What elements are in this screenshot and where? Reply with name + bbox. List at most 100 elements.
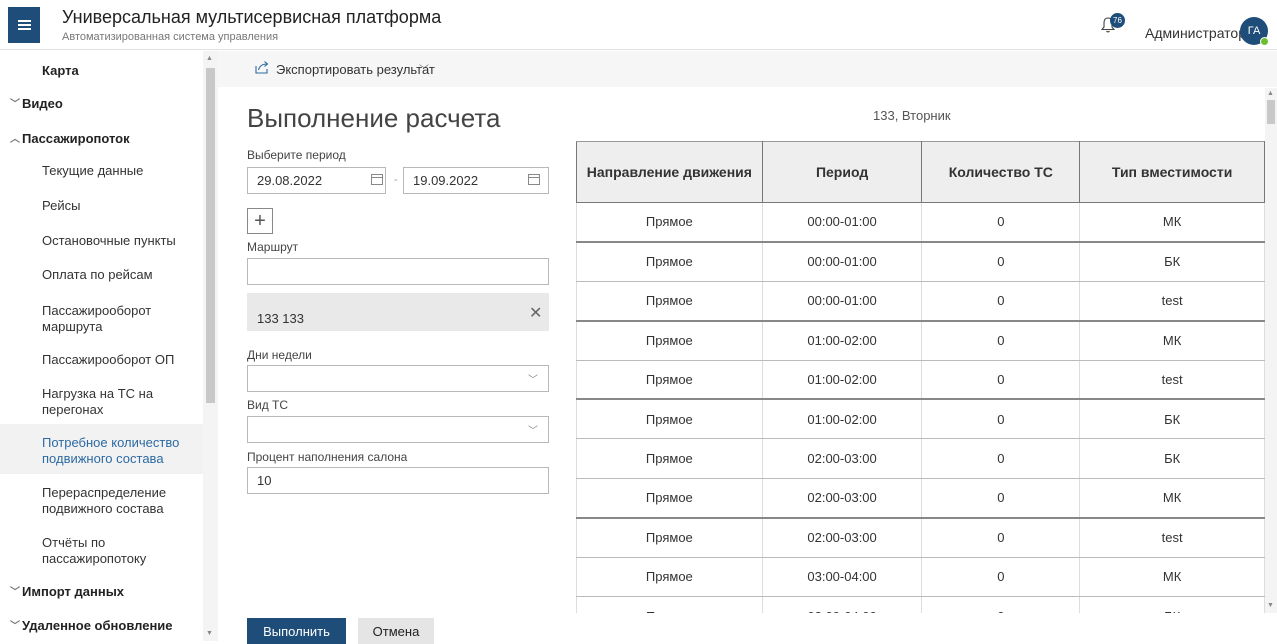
route-label: Маршрут (247, 240, 299, 254)
calendar-icon[interactable] (528, 174, 540, 185)
sidebar-item-remote-update[interactable]: ﹀ Удаленное обновление (0, 618, 203, 634)
app-title: Универсальная мультисервисная платформа (62, 7, 442, 27)
cell-direction: Прямое (576, 360, 763, 401)
column-header-vehicle-count[interactable]: Количество ТС (921, 141, 1081, 203)
sidebar-item-segment-load[interactable]: Нагрузка на ТС на перегонах (0, 386, 203, 418)
cell-capacity-type: test (1079, 281, 1265, 322)
run-button[interactable]: Выполнить (247, 618, 346, 644)
avatar[interactable]: ГА (1240, 17, 1269, 46)
table-scrollbar[interactable] (1265, 88, 1277, 613)
chevron-down-icon: ﹀ (10, 99, 20, 110)
app-subtitle: Автоматизированная система управления (62, 31, 279, 43)
cell-capacity-type: МК (1079, 202, 1265, 243)
vehicle-type-select[interactable] (247, 416, 549, 443)
table-row[interactable]: Прямое 02:00-03:00 0 test (576, 517, 1265, 558)
chevron-down-icon[interactable]: ﹀ (419, 61, 429, 76)
sidebar-item-trip-payment[interactable]: Оплата по рейсам (0, 267, 203, 283)
sidebar-scrollbar-thumb[interactable] (206, 68, 215, 403)
cell-vehicle-count: 0 (921, 478, 1081, 519)
table-row[interactable]: Прямое 00:00-01:00 0 БК (576, 241, 1265, 282)
chevron-down-icon: ﹀ (10, 587, 20, 598)
sidebar-item-trips[interactable]: Рейсы (0, 198, 203, 214)
route-input[interactable] (247, 258, 549, 285)
date-from-field[interactable]: 29.08.2022 (247, 167, 386, 194)
chevron-down-icon[interactable]: ﹀ (528, 422, 538, 437)
table-header-row: Направление движения Период Количество Т… (576, 141, 1265, 203)
sidebar-item-passenger-flow[interactable]: ︿ Пассажиропоток (0, 131, 203, 147)
sidebar-item-label: Перераспределение подвижного состава (42, 485, 167, 516)
table-row[interactable]: Прямое 01:00-02:00 0 test (576, 360, 1265, 401)
sidebar-item-label: Импорт данных (22, 584, 125, 599)
column-header-capacity-type[interactable]: Тип вместимости (1079, 141, 1265, 203)
user-name[interactable]: Администратор (1145, 25, 1246, 41)
table-scrollbar-thumb[interactable] (1267, 100, 1275, 124)
table-row[interactable]: Прямое 03:00-04:00 0 МК (576, 557, 1265, 597)
sidebar-item-map[interactable]: Карта (0, 63, 203, 79)
cell-vehicle-count: 0 (921, 399, 1081, 440)
vehicle-type-label: Вид ТС (247, 398, 289, 412)
cancel-button[interactable]: Отмена (358, 618, 434, 644)
cell-direction: Прямое (576, 281, 763, 322)
sidebar-item-stops[interactable]: Остановочные пункты (0, 233, 203, 249)
cell-vehicle-count: 0 (921, 320, 1081, 361)
cell-direction: Прямое (576, 241, 763, 282)
table-row[interactable]: Прямое 00:00-01:00 0 МК (576, 202, 1265, 243)
cell-capacity-type: test (1079, 517, 1265, 558)
sidebar-item-label: Пассажирооборот маршрута (42, 303, 152, 334)
export-results-button[interactable]: Экспортировать результат (276, 62, 435, 77)
column-header-period[interactable]: Период (761, 141, 923, 203)
cell-period: 02:00-03:00 (761, 517, 923, 558)
scroll-down-arrow-icon[interactable]: ▼ (1267, 602, 1274, 609)
chevron-down-icon[interactable]: ﹀ (528, 371, 538, 386)
toolbar: Экспортировать результат ﹀ (218, 51, 1277, 87)
cell-direction: Прямое (576, 320, 763, 361)
period-label: Выберите период (247, 148, 346, 162)
fill-percent-input[interactable]: 10 (247, 467, 549, 494)
table-row[interactable]: Прямое 02:00-03:00 0 МК (576, 478, 1265, 519)
cell-period: 01:00-02:00 (761, 320, 923, 361)
export-icon[interactable] (255, 60, 269, 74)
sidebar-item-label: Остановочные пункты (42, 233, 176, 248)
sidebar-item-reports[interactable]: Отчёты по пассажиропотоку (0, 535, 203, 567)
sidebar-item-label: Видео (22, 96, 63, 111)
sidebar-item-label: Нагрузка на ТС на перегонах (42, 386, 154, 417)
table-row[interactable]: Прямое 00:00-01:00 0 test (576, 281, 1265, 322)
sidebar-item-rolling-stock-redistribution[interactable]: Перераспределение подвижного состава (0, 485, 203, 517)
cell-direction: Прямое (576, 438, 763, 479)
results-table-container: Направление движения Период Количество Т… (576, 141, 1265, 613)
selected-route-text: 133 133 (257, 311, 304, 326)
sidebar-item-video[interactable]: ﹀ Видео (0, 96, 203, 112)
table-row[interactable]: Прямое 01:00-02:00 0 МК (576, 320, 1265, 361)
cell-capacity-type: БК (1079, 241, 1265, 282)
sidebar-item-route-turnover[interactable]: Пассажирооборот маршрута (0, 303, 203, 335)
sidebar-item-import[interactable]: ﹀ Импорт данных (0, 584, 203, 600)
scroll-down-arrow-icon[interactable]: ▼ (206, 630, 213, 637)
scroll-up-arrow-icon[interactable]: ▲ (1267, 90, 1274, 97)
cell-capacity-type: МК (1079, 557, 1265, 597)
sidebar-item-current-data[interactable]: Текущие данные (0, 163, 203, 179)
scroll-up-arrow-icon[interactable]: ▲ (206, 55, 213, 62)
avatar-initials: ГА (1247, 25, 1261, 37)
days-select[interactable] (247, 365, 549, 392)
cell-period: 01:00-02:00 (761, 360, 923, 401)
cell-capacity-type: БК (1079, 399, 1265, 440)
cell-period: 01:00-02:00 (761, 399, 923, 440)
cell-direction: Прямое (576, 399, 763, 440)
calendar-icon[interactable] (371, 174, 383, 185)
days-label: Дни недели (247, 348, 312, 362)
column-header-direction[interactable]: Направление движения (576, 141, 763, 203)
results-table: Направление движения Период Количество Т… (576, 141, 1265, 613)
plus-icon: + (254, 210, 266, 232)
table-row[interactable]: Прямое 01:00-02:00 0 БК (576, 399, 1265, 440)
table-row[interactable]: Прямое 02:00-03:00 0 БК (576, 438, 1265, 479)
sidebar-item-rolling-stock-need[interactable]: Потребное количество подвижного состава (0, 424, 203, 474)
hamburger-menu-button[interactable] (8, 7, 40, 43)
close-icon[interactable]: ✕ (529, 303, 542, 323)
sidebar-item-label: Оплата по рейсам (42, 267, 153, 282)
add-button[interactable]: + (247, 208, 273, 234)
cell-period: 02:00-03:00 (761, 478, 923, 519)
cell-direction: Прямое (576, 202, 763, 243)
sidebar-item-stop-turnover[interactable]: Пассажирооборот ОП (0, 352, 203, 368)
fill-percent-label: Процент наполнения салона (247, 450, 408, 464)
table-row[interactable]: Прямое03:00-04:000БК (576, 596, 1265, 613)
